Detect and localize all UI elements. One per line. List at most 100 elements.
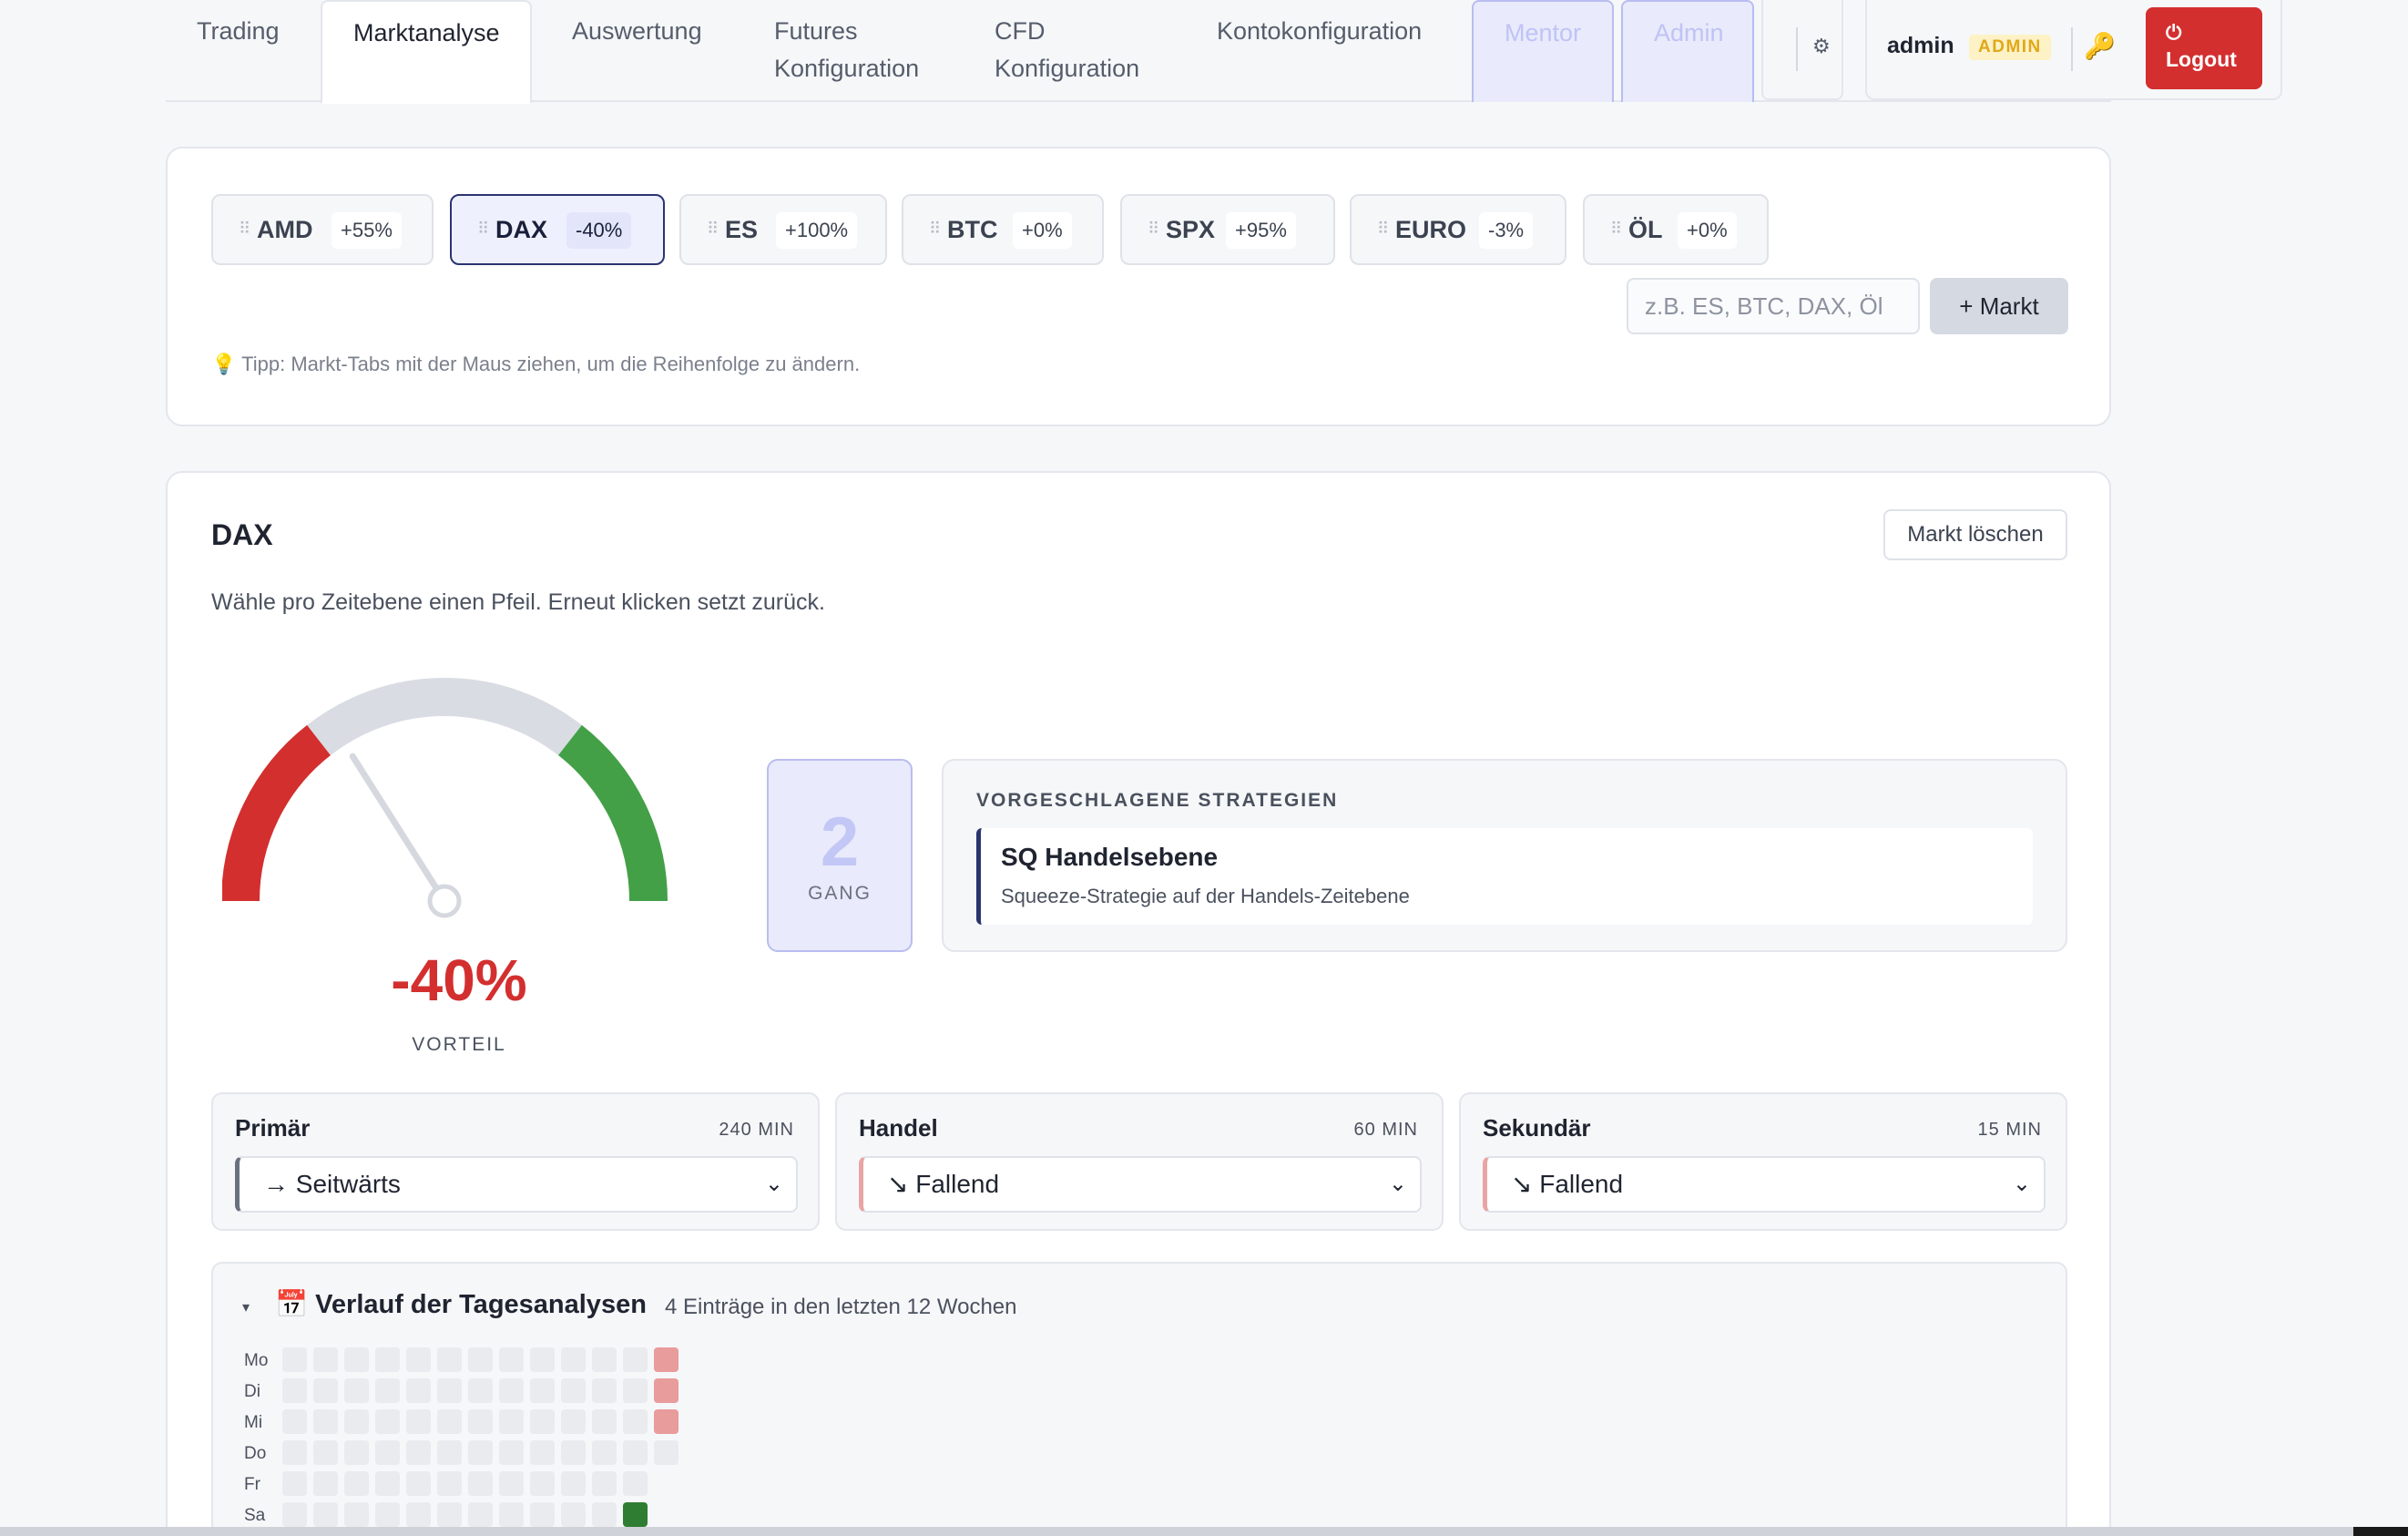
history-cell[interactable] <box>499 1471 524 1496</box>
history-cell[interactable] <box>468 1502 493 1527</box>
drag-handle-icon[interactable]: ⠿ <box>707 220 719 239</box>
history-cell[interactable] <box>561 1409 586 1434</box>
history-cell[interactable] <box>282 1378 307 1403</box>
history-cell[interactable] <box>592 1471 617 1496</box>
history-cell[interactable] <box>592 1502 617 1527</box>
market-tab-oel[interactable]: ⠿ ÖL +0% <box>1583 194 1769 265</box>
history-cell[interactable] <box>654 1347 679 1372</box>
history-cell[interactable] <box>530 1502 555 1527</box>
trend-select[interactable]: → Seitwärts ⌄ <box>235 1156 798 1213</box>
history-cell[interactable] <box>530 1347 555 1372</box>
history-cell[interactable] <box>623 1471 648 1496</box>
tab-marktanalyse[interactable]: Marktanalyse <box>321 0 532 104</box>
history-cell[interactable] <box>406 1502 431 1527</box>
history-cell[interactable] <box>406 1471 431 1496</box>
drag-handle-icon[interactable]: ⠿ <box>477 220 489 239</box>
history-cell[interactable] <box>375 1378 400 1403</box>
tab-kontokonfiguration[interactable]: Kontokonfiguration <box>1186 0 1450 102</box>
delete-market-button[interactable]: Markt löschen <box>1883 509 2067 560</box>
history-cell[interactable] <box>623 1347 648 1372</box>
history-cell[interactable] <box>499 1378 524 1403</box>
history-cell[interactable] <box>344 1440 369 1465</box>
history-cell[interactable] <box>561 1347 586 1372</box>
history-cell[interactable] <box>313 1440 338 1465</box>
strategy-item[interactable]: SQ Handelsebene Squeeze-Strategie auf de… <box>976 828 2033 925</box>
history-cell[interactable] <box>437 1347 462 1372</box>
history-cell[interactable] <box>437 1378 462 1403</box>
history-cell[interactable] <box>344 1347 369 1372</box>
history-cell[interactable] <box>499 1347 524 1372</box>
tab-admin[interactable]: Admin <box>1621 0 1754 102</box>
history-cell[interactable] <box>468 1347 493 1372</box>
history-cell[interactable] <box>561 1471 586 1496</box>
history-cell[interactable] <box>406 1409 431 1434</box>
history-cell[interactable] <box>313 1347 338 1372</box>
market-tab-amd[interactable]: ⠿ AMD +55% <box>211 194 434 265</box>
tab-auswertung[interactable]: Auswertung <box>541 0 723 102</box>
history-cell[interactable] <box>313 1471 338 1496</box>
tab-cfd-konfiguration[interactable]: CFD Konfiguration <box>964 0 1164 102</box>
drag-handle-icon[interactable]: ⠿ <box>929 220 941 239</box>
history-cell[interactable] <box>468 1378 493 1403</box>
history-cell[interactable] <box>499 1440 524 1465</box>
history-cell[interactable] <box>623 1502 648 1527</box>
history-cell[interactable] <box>375 1502 400 1527</box>
history-cell[interactable] <box>344 1502 369 1527</box>
history-cell[interactable] <box>530 1378 555 1403</box>
history-cell[interactable] <box>406 1347 431 1372</box>
scrollbar-track[interactable] <box>0 1527 2408 1536</box>
history-cell[interactable] <box>282 1440 307 1465</box>
history-cell[interactable] <box>437 1471 462 1496</box>
market-symbol-input[interactable] <box>1627 278 1920 334</box>
history-cell[interactable] <box>561 1378 586 1403</box>
market-tab-euro[interactable]: ⠿ EURO -3% <box>1350 194 1566 265</box>
history-cell[interactable] <box>313 1378 338 1403</box>
history-cell[interactable] <box>344 1409 369 1434</box>
history-cell[interactable] <box>375 1440 400 1465</box>
history-cell[interactable] <box>406 1378 431 1403</box>
drag-handle-icon[interactable]: ⠿ <box>239 220 250 239</box>
drag-handle-icon[interactable]: ⠿ <box>1610 220 1622 239</box>
trend-select[interactable]: ↘ Fallend ⌄ <box>859 1156 1422 1213</box>
history-cell[interactable] <box>654 1440 679 1465</box>
settings-button[interactable]: ⚙ <box>1761 0 1843 100</box>
tab-futures-konfiguration[interactable]: Futures Konfiguration <box>743 0 944 102</box>
history-cell[interactable] <box>499 1409 524 1434</box>
trend-select[interactable]: ↘ Fallend ⌄ <box>1483 1156 2046 1213</box>
history-title[interactable]: 📅 Verlauf der Tagesanalysen <box>275 1289 647 1320</box>
history-cell[interactable] <box>654 1409 679 1434</box>
tab-mentor[interactable]: Mentor <box>1472 0 1614 102</box>
history-cell[interactable] <box>468 1471 493 1496</box>
history-cell[interactable] <box>344 1471 369 1496</box>
history-cell[interactable] <box>623 1378 648 1403</box>
history-cell[interactable] <box>282 1347 307 1372</box>
history-cell[interactable] <box>530 1440 555 1465</box>
history-cell[interactable] <box>592 1347 617 1372</box>
market-tab-es[interactable]: ⠿ ES +100% <box>679 194 887 265</box>
tab-trading[interactable]: Trading <box>166 0 302 102</box>
history-cell[interactable] <box>282 1471 307 1496</box>
market-tab-btc[interactable]: ⠿ BTC +0% <box>902 194 1104 265</box>
history-cell[interactable] <box>592 1409 617 1434</box>
market-tab-dax[interactable]: ⠿ DAX -40% <box>450 194 665 265</box>
history-cell[interactable] <box>437 1502 462 1527</box>
drag-handle-icon[interactable]: ⠿ <box>1148 220 1159 239</box>
history-cell[interactable] <box>561 1440 586 1465</box>
history-cell[interactable] <box>499 1502 524 1527</box>
history-cell[interactable] <box>623 1409 648 1434</box>
history-cell[interactable] <box>592 1440 617 1465</box>
key-icon[interactable]: 🔑 <box>2084 31 2116 61</box>
history-cell[interactable] <box>468 1440 493 1465</box>
history-cell[interactable] <box>282 1409 307 1434</box>
market-tab-spx[interactable]: ⠿ SPX +95% <box>1120 194 1335 265</box>
history-cell[interactable] <box>313 1502 338 1527</box>
collapse-toggle-icon[interactable]: ▾ <box>242 1298 250 1316</box>
history-cell[interactable] <box>437 1409 462 1434</box>
history-cell[interactable] <box>530 1471 555 1496</box>
history-cell[interactable] <box>654 1378 679 1403</box>
history-cell[interactable] <box>375 1471 400 1496</box>
add-market-button[interactable]: + Markt <box>1930 278 2068 334</box>
history-cell[interactable] <box>623 1440 648 1465</box>
logout-button[interactable]: ⏻ Logout <box>2146 7 2262 89</box>
history-cell[interactable] <box>344 1378 369 1403</box>
